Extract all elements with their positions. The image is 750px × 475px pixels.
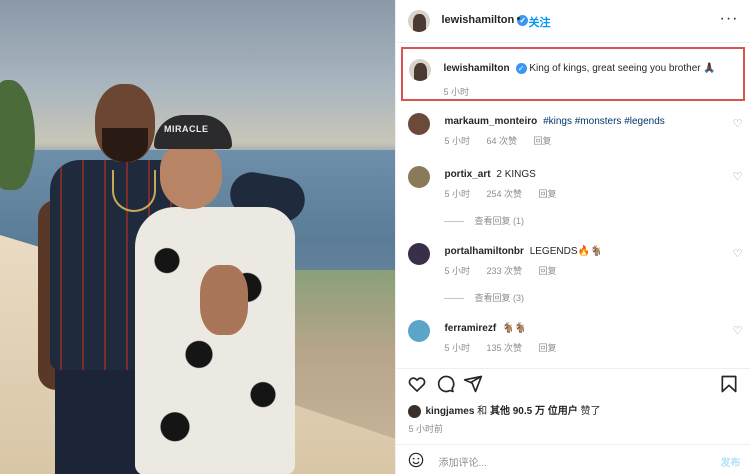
reply-button[interactable]: 回复: [539, 189, 557, 199]
photo-person-right: MIRACLE: [130, 115, 300, 474]
emoji-icon[interactable]: [408, 452, 424, 468]
caption-time: 5 小时: [443, 87, 469, 97]
caption-emoji: 🙏🏿: [703, 63, 716, 75]
commenter-avatar[interactable]: [408, 320, 431, 342]
likes-others[interactable]: 其他 90.5 万 位用户: [490, 406, 578, 417]
caption-text: lewishamilton ✓ King of kings, great seei…: [443, 63, 716, 75]
comment-body: LEGENDS🔥🐐: [529, 246, 603, 257]
comment-text: markaum_monteiro #kings #monsters #legen…: [444, 116, 664, 127]
commenter-username[interactable]: ferramirezf: [444, 323, 496, 334]
liker-username[interactable]: kingjames: [425, 406, 474, 417]
liker-avatar[interactable]: [408, 404, 422, 418]
comment-hashtags[interactable]: #kings #monsters #legends: [543, 116, 665, 127]
post-comment-button[interactable]: 发布: [720, 454, 740, 469]
reply-button[interactable]: 回复: [539, 343, 557, 353]
comment-item: portix_art 2 KINGS 5 小时 254 次赞 回复 ♡: [396, 164, 750, 214]
caption-highlight: lewishamilton ✓ King of kings, great seei…: [401, 47, 746, 101]
author-username[interactable]: lewishamilton ✓: [441, 14, 529, 26]
comment-likes[interactable]: 233 次赞: [487, 266, 523, 276]
comment-likes[interactable]: 64 次赞: [487, 136, 518, 146]
follow-button[interactable]: 关注: [528, 14, 550, 30]
commenter-username[interactable]: portix_art: [444, 169, 490, 180]
commenter-avatar[interactable]: [408, 243, 431, 265]
comment-like-icon[interactable]: ♡: [733, 247, 743, 260]
comment-item: markaum_monteiro #kings #monsters #legen…: [396, 111, 750, 161]
commenter-username[interactable]: portalhamiltonbr: [444, 246, 523, 257]
comment-body: 2 KINGS: [496, 169, 536, 180]
add-comment-bar: 添加评论... 发布: [396, 444, 750, 475]
cap-text: MIRACLE: [164, 124, 209, 134]
comment-item: portalhamiltonbr LEGENDS🔥🐐 5 小时 233 次赞 回…: [396, 241, 750, 291]
post-side-panel: lewishamilton ✓ • 关注 ··· lewishamilton ✓ K…: [395, 0, 750, 474]
comment-text: portix_art 2 KINGS: [444, 169, 535, 180]
likes-summary: kingjames 和 其他 90.5 万 位用户 赞了: [408, 402, 601, 418]
comment-time: 5 小时: [444, 343, 470, 353]
commenter-username[interactable]: markaum_monteiro: [444, 116, 537, 127]
comment-meta: 5 小时 233 次赞 回复: [444, 264, 570, 277]
comment-like-icon[interactable]: ♡: [733, 324, 743, 337]
author-avatar[interactable]: [408, 10, 431, 32]
comment-like-icon[interactable]: ♡: [733, 170, 743, 183]
more-icon[interactable]: ···: [719, 10, 738, 28]
comment-time: 5 小时: [444, 189, 470, 199]
comment-item: ferramirezf 🐐🐐 5 小时 135 次赞 回复 ♡: [396, 318, 750, 368]
comment-like-icon[interactable]: ♡: [733, 117, 743, 130]
caption-avatar[interactable]: [409, 59, 432, 81]
comment-time: 5 小时: [444, 136, 470, 146]
caption-username[interactable]: lewishamilton: [443, 63, 509, 74]
share-icon[interactable]: [462, 374, 484, 394]
commenter-avatar[interactable]: [408, 113, 431, 135]
post-header: lewishamilton ✓ • 关注 ···: [396, 0, 750, 43]
post-time[interactable]: 5 小时前: [408, 422, 443, 435]
heart-icon[interactable]: [406, 374, 428, 394]
reply-button[interactable]: 回复: [534, 136, 552, 146]
comment-input[interactable]: 添加评论...: [438, 454, 486, 469]
comment-body: 🐐🐐: [501, 323, 527, 334]
bookmark-icon[interactable]: [718, 374, 740, 394]
comment-time: 5 小时: [444, 266, 470, 276]
post-actions: [396, 368, 750, 397]
comment-likes[interactable]: 254 次赞: [487, 189, 523, 199]
comment-text: portalhamiltonbr LEGENDS🔥🐐: [444, 246, 602, 257]
post-photo[interactable]: MIRACLE: [0, 0, 396, 474]
verified-icon: ✓: [515, 63, 527, 74]
comment-likes[interactable]: 135 次赞: [487, 343, 523, 353]
commenter-avatar[interactable]: [408, 166, 431, 188]
comment-meta: 5 小时 135 次赞 回复: [444, 341, 570, 354]
likes-connector: 和: [474, 406, 490, 417]
separator-dot: •: [516, 13, 521, 25]
caption-body: King of kings, great seeing you brother: [529, 63, 701, 75]
reply-button[interactable]: 回复: [539, 266, 557, 276]
comment-meta: 5 小时 64 次赞 回复: [444, 134, 565, 147]
view-replies-button[interactable]: 查看回复 (3): [444, 291, 524, 304]
comment-icon[interactable]: [434, 374, 456, 394]
view-replies-button[interactable]: 查看回复 (1): [444, 214, 524, 227]
comment-text: ferramirezf 🐐🐐: [444, 323, 526, 334]
post-view: MIRACLE lewishamilton ✓ • 关注 ··· lewisham…: [0, 0, 750, 474]
comment-meta: 5 小时 254 次赞 回复: [444, 187, 570, 200]
likes-end: 赞了: [577, 406, 601, 417]
